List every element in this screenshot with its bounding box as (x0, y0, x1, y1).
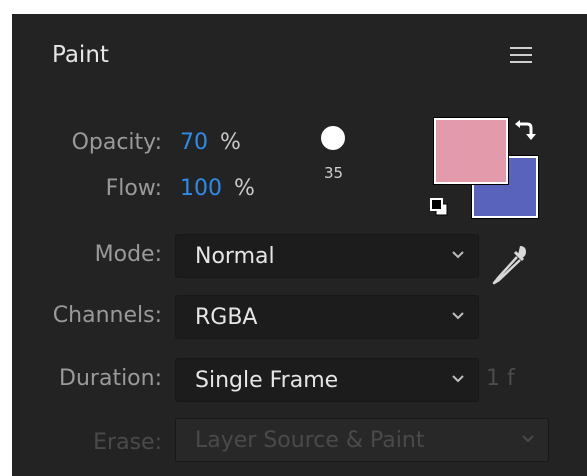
flow-value[interactable]: 100 (180, 176, 222, 201)
flow-label: Flow: (105, 176, 162, 201)
duration-frames-value: 1 f (486, 366, 515, 391)
erase-dropdown: Layer Source & Paint (175, 418, 549, 462)
paint-panel: Paint Opacity: 70 % Flow: 100 % 35 Mode:… (12, 14, 587, 476)
eyedropper-icon[interactable] (490, 242, 530, 286)
duration-dropdown[interactable]: Single Frame (175, 358, 479, 402)
chevron-down-icon (452, 312, 464, 320)
duration-label: Duration: (59, 366, 162, 391)
brush-tip-preview[interactable] (321, 126, 345, 150)
chevron-down-icon (522, 435, 534, 443)
erase-selected: Layer Source & Paint (195, 428, 425, 453)
erase-label: Erase: (93, 430, 162, 455)
duration-selected: Single Frame (195, 368, 339, 393)
mode-selected: Normal (195, 244, 275, 269)
default-colors-icon[interactable] (430, 198, 448, 216)
mode-dropdown[interactable]: Normal (175, 234, 479, 278)
channels-dropdown[interactable]: RGBA (175, 295, 479, 339)
channels-selected: RGBA (195, 305, 258, 330)
swap-colors-icon[interactable] (512, 118, 538, 144)
hamburger-menu-icon[interactable] (510, 47, 532, 65)
flow-unit: % (234, 176, 255, 201)
chevron-down-icon (452, 251, 464, 259)
foreground-color-swatch[interactable] (433, 117, 509, 185)
channels-label: Channels: (52, 303, 162, 328)
opacity-label: Opacity: (71, 130, 162, 155)
opacity-unit: % (220, 130, 241, 155)
chevron-down-icon (452, 375, 464, 383)
opacity-value[interactable]: 70 (180, 130, 208, 155)
brush-size-value: 35 (324, 164, 344, 182)
panel-title: Paint (52, 42, 109, 68)
mode-label: Mode: (94, 242, 162, 267)
